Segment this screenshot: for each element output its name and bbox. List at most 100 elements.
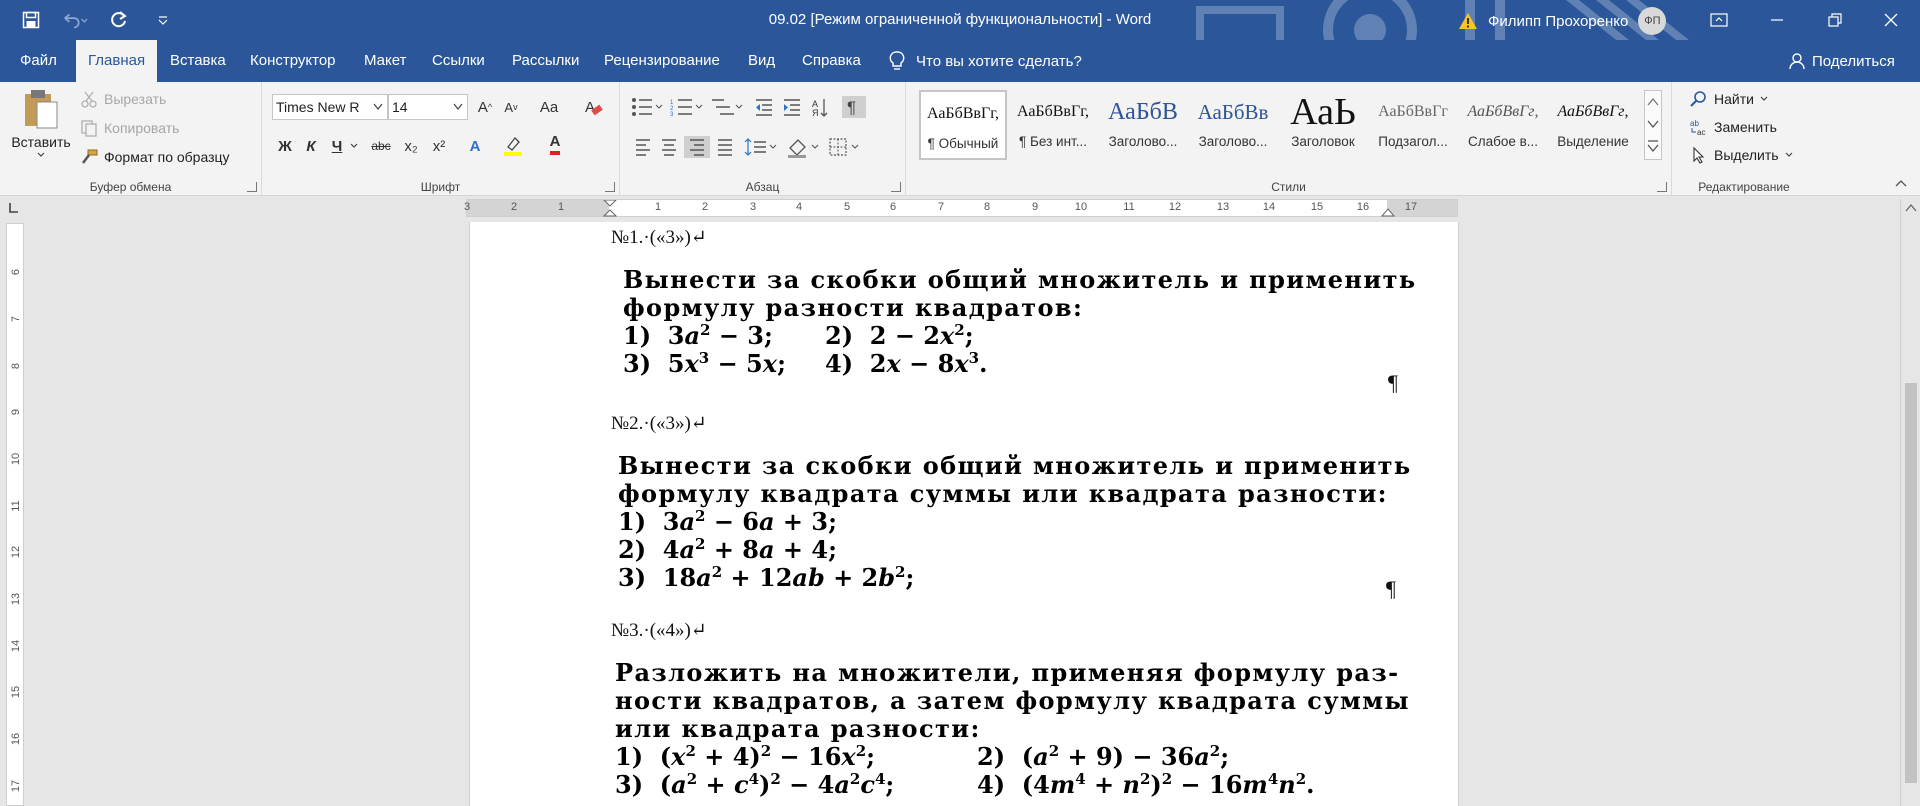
task-2-image: Вынести за скобки общий множитель и прим… (618, 452, 1412, 592)
tab-references[interactable]: Ссылки (420, 40, 497, 82)
ruler-label: 17 (1404, 201, 1418, 213)
cut-button[interactable]: Вырезать (80, 90, 166, 108)
style-emphasis[interactable]: АаБбВвГг, Выделение (1549, 90, 1637, 160)
ruler-label: 17 (10, 779, 22, 793)
format-painter-button[interactable]: Формат по образцу (80, 148, 230, 166)
scrollbar-thumb[interactable] (1905, 383, 1917, 783)
select-button[interactable]: Выделить (1690, 146, 1793, 164)
tab-home[interactable]: Главная (76, 40, 158, 82)
tab-mailings[interactable]: Рассылки (500, 40, 591, 82)
font-dialog-launcher[interactable] (605, 182, 615, 192)
expression: 2) (a2 + 9) − 36a2; (977, 742, 1230, 771)
tab-design[interactable]: Конструктор (238, 40, 348, 82)
tab-selector[interactable] (6, 201, 22, 217)
share-button[interactable]: Поделиться (1788, 40, 1895, 82)
chevron-down-icon (37, 152, 45, 157)
expression: 3) (a2 + c4)2 − 4a2c4; (615, 770, 895, 799)
close-button[interactable] (1862, 0, 1920, 40)
ribbon-display-options-button[interactable] (1690, 0, 1748, 40)
style-heading-2[interactable]: АаБбВв Заголово... (1189, 90, 1277, 160)
chevron-down-icon (453, 103, 463, 110)
tab-review[interactable]: Рецензирование (592, 40, 732, 82)
group-label-editing: Редактирование (1698, 180, 1790, 194)
tab-file[interactable]: Файл (8, 40, 69, 82)
restore-button[interactable] (1806, 0, 1864, 40)
grow-font-glyph: A (477, 98, 488, 116)
style-sample: АаБбВвГг, (926, 105, 999, 122)
expression: 3) 18a2 + 12ab + 2b2; (618, 563, 915, 592)
group-label-styles: Стили (1271, 180, 1306, 194)
ruler-label: 7 (10, 315, 22, 323)
expression: 1) (x2 + 4)2 − 16x2; (615, 742, 876, 771)
task-text-line: Вынести за скобки общий множитель и прим… (623, 265, 1417, 294)
shrink-font-button[interactable]: Av (498, 95, 524, 119)
style-subtle-emphasis[interactable]: АаБбВвГг, Слабое в... (1459, 90, 1547, 160)
paste-button[interactable]: Вставить (10, 88, 72, 158)
tab-help[interactable]: Справка (790, 40, 873, 82)
underline-button[interactable]: Ч (324, 134, 350, 158)
minimize-button[interactable] (1748, 0, 1806, 40)
clipboard-dialog-launcher[interactable] (247, 182, 257, 192)
style-sample: АаБбВвГг, (1557, 103, 1629, 120)
ruler-label: 10 (10, 452, 22, 466)
tab-insert[interactable]: Вставка (158, 40, 238, 82)
tab-view[interactable]: Вид (736, 40, 787, 82)
lightbulb-icon (889, 51, 905, 70)
vertical-ruler[interactable]: 6 7 8 9 10 11 12 13 14 15 16 17 (6, 223, 24, 806)
ribbon-display-icon (1710, 13, 1728, 27)
styles-gallery-scroll[interactable] (1644, 90, 1662, 160)
task-3-image: Разложить на множители, применяя формулу… (615, 659, 1410, 799)
paragraph-dialog-launcher[interactable] (891, 182, 901, 192)
text-effects-button[interactable]: A (462, 134, 488, 158)
clear-formatting-icon: A (585, 99, 603, 116)
subscript-button[interactable]: x₂ (398, 134, 424, 158)
expression: 4) (4m4 + n2)2 − 16m4n2. (977, 770, 1315, 799)
indent-marker-icon[interactable] (603, 200, 617, 218)
style-heading-1[interactable]: АаБбВ Заголово... (1099, 90, 1187, 160)
superscript-button[interactable]: x² (426, 134, 452, 158)
group-clipboard: Вставить Вырезать Копировать Формат по о… (0, 82, 262, 196)
document-page[interactable]: №1.·(«3»)↵ Вынести за скобки общий множи… (469, 222, 1459, 806)
ruler-label: 11 (10, 500, 22, 512)
ruler-left-margin (467, 200, 609, 216)
replace-label: Заменить (1714, 119, 1777, 135)
tab-layout[interactable]: Макет (352, 40, 418, 82)
right-indent-marker-icon[interactable] (1381, 206, 1395, 218)
copy-button[interactable]: Копировать (80, 119, 179, 137)
task-1-image: Вынести за скобки общий множитель и прим… (623, 266, 1417, 378)
font-name-box[interactable]: Times New R (272, 94, 388, 120)
task-heading: №3.·(«4»)↵ (611, 620, 707, 641)
tell-me-box[interactable]: Что вы хотите сделать? (888, 40, 1082, 82)
ruler-label: 1 (654, 201, 662, 213)
style-no-spacing[interactable]: АаБбВвГг, ¶ Без инт... (1009, 90, 1097, 160)
clear-formatting-button[interactable]: A (580, 95, 606, 119)
collapse-ribbon-icon[interactable] (1894, 178, 1908, 188)
ruler-label: 8 (10, 362, 22, 370)
find-button[interactable]: Найти (1690, 90, 1768, 108)
style-title[interactable]: АаЬ Заголовок (1279, 90, 1367, 160)
scroll-up-icon[interactable] (1905, 203, 1917, 213)
bold-button[interactable]: Ж (272, 134, 298, 158)
font-color-glyph: A (549, 133, 561, 155)
change-case-button[interactable]: Aa (532, 95, 566, 119)
chevron-down-icon (1760, 96, 1768, 101)
style-normal[interactable]: АаБбВвГг, ¶ Обычный (919, 90, 1007, 160)
italic-button[interactable]: К (298, 134, 324, 158)
strikethrough-button[interactable]: abc (366, 134, 396, 158)
ruler-label: 3 (463, 201, 471, 213)
task-text-line: формулу разности квадратов: (623, 293, 1084, 322)
replace-button[interactable]: ab ac Заменить (1690, 118, 1777, 136)
underline-options-button[interactable] (348, 134, 360, 158)
font-size-box[interactable]: 14 (388, 94, 468, 120)
font-color-button[interactable]: A (542, 132, 568, 156)
vertical-scrollbar[interactable] (1900, 199, 1920, 806)
expression-row: 3) (a2 + c4)2 − 4a2c4; 4) (4m4 + n2)2 − … (615, 771, 1410, 799)
font-size-value: 14 (392, 99, 408, 115)
user-account[interactable]: Филипп Прохоренко ФП (1458, 7, 1667, 35)
style-subtitle[interactable]: АаБбВвГг Подзагол... (1369, 90, 1457, 160)
styles-dialog-launcher[interactable] (1657, 182, 1667, 192)
grow-font-button[interactable]: A ^ (472, 95, 498, 119)
highlight-button[interactable] (500, 134, 526, 158)
shrink-font-glyph: A (504, 99, 514, 115)
horizontal-ruler[interactable]: 3 2 1 1 2 3 4 5 6 7 8 9 10 11 12 13 14 1… (463, 199, 1458, 218)
